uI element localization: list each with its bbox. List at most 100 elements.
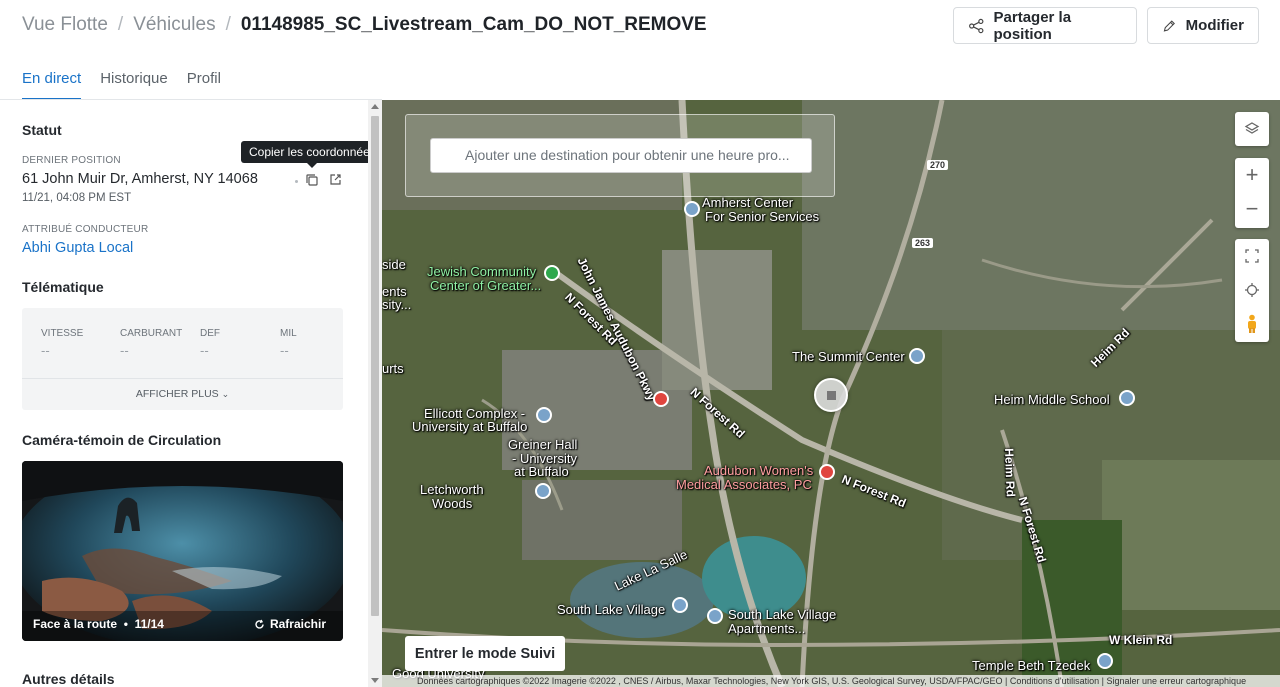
scrollbar-thumb[interactable] [371, 116, 379, 616]
tab-profile[interactable]: Profil [187, 62, 221, 100]
tab-bar: En direct Historique Profil [0, 62, 221, 100]
external-link-icon[interactable] [329, 173, 342, 186]
street-view-pegman-icon[interactable] [1235, 307, 1269, 341]
bullet-separator: • [120, 617, 132, 631]
telematics-mil: MIL -- [280, 328, 297, 358]
route-shield: 270 [927, 160, 949, 170]
map-label: Heim Middle School [994, 392, 1110, 407]
map-label: Apartments... [728, 621, 806, 636]
poi-pin-icon[interactable] [707, 608, 723, 624]
copy-icon[interactable] [305, 173, 319, 187]
vehicle-marker-icon[interactable] [814, 378, 848, 412]
refresh-label: Rafraichir [269, 617, 326, 631]
poi-pin-icon[interactable] [544, 265, 560, 281]
map-label: urts [382, 361, 404, 376]
scroll-down-arrow[interactable] [371, 678, 379, 683]
zoom-in-button[interactable]: + [1235, 158, 1269, 192]
layers-control[interactable] [1235, 112, 1269, 146]
driver-link[interactable]: Abhi Gupta Local [22, 240, 133, 256]
share-position-label: Partager la position [993, 8, 1072, 43]
show-more-button[interactable]: AFFICHER PLUS ⌄ [22, 388, 343, 400]
poi-pin-icon[interactable] [1097, 653, 1113, 669]
telematics-speed: VITESSE -- [41, 328, 83, 358]
telematics-divider [22, 378, 343, 379]
poi-pin-icon[interactable] [1119, 390, 1135, 406]
map-label: Amherst Center [702, 195, 794, 210]
breadcrumb-fleet[interactable]: Vue Flotte [22, 14, 108, 36]
dashcam-title: Caméra-témoin de Circulation [22, 432, 222, 448]
map-label: at Buffalo [514, 464, 569, 479]
refresh-button[interactable]: Rafraichir [254, 617, 326, 631]
last-position-address: 61 John Muir Dr, Amherst, NY 14068 [22, 171, 258, 187]
driver-label: ATTRIBUÉ CONDUCTEUR [22, 224, 149, 235]
road-label: Heim Rd [1002, 448, 1018, 498]
tab-history[interactable]: Historique [100, 62, 168, 100]
map-label: Temple Beth Tzedek [972, 658, 1091, 673]
details-panel: Statut DERNIER POSITION 61 John Muir Dr,… [0, 100, 368, 687]
poi-pin-icon[interactable] [684, 201, 700, 217]
edit-label: Modifier [1185, 17, 1244, 34]
pencil-icon [1163, 19, 1175, 32]
status-title: Statut [22, 122, 62, 138]
mil-label: MIL [280, 328, 297, 339]
map-view[interactable]: Ajouter une destination pour obtenir une… [382, 100, 1280, 687]
zoom-control: + − [1235, 158, 1269, 228]
refresh-icon [255, 619, 264, 629]
fullscreen-icon[interactable] [1235, 239, 1269, 273]
poi-pin-icon[interactable] [536, 407, 552, 423]
scroll-up-arrow[interactable] [371, 104, 379, 109]
dashcam-image [22, 461, 343, 641]
breadcrumb-vehicles[interactable]: Véhicules [133, 14, 215, 36]
poi-pin-icon[interactable] [672, 597, 688, 613]
follow-mode-button[interactable]: Entrer le mode Suivi [405, 636, 565, 671]
map-label: University at Buffalo [412, 419, 528, 434]
road-label: W Klein Rd [1109, 633, 1173, 647]
breadcrumb-separator: / [225, 14, 231, 35]
map-label: Greiner Hall [508, 437, 578, 452]
telematics-card: VITESSE -- CARBURANT -- DEF -- MIL -- AF… [22, 308, 343, 410]
last-position-label: DERNIER POSITION [22, 155, 121, 166]
dashcam-view: Face à la route [33, 617, 118, 631]
map-label: The Summit Center [792, 349, 905, 364]
speed-label: VITESSE [41, 328, 84, 339]
map-label: For Senior Services [705, 209, 820, 224]
destination-search-input[interactable]: Ajouter une destination pour obtenir une… [430, 138, 812, 173]
fuel-value: -- [120, 343, 129, 358]
share-icon [969, 18, 984, 33]
mil-value: -- [280, 343, 289, 358]
map-label: South Lake Village [557, 602, 666, 617]
top-bar: Vue Flotte / Véhicules / 01148985_SC_Liv… [0, 0, 1280, 52]
zoom-out-button[interactable]: − [1235, 192, 1269, 226]
chevron-down-icon: ⌄ [221, 389, 230, 399]
dashcam-date: 11/14 [134, 617, 164, 631]
def-label: DEF [200, 328, 220, 339]
poi-pin-icon[interactable] [909, 348, 925, 364]
destination-search-card: Ajouter une destination pour obtenir une… [405, 114, 835, 197]
map-tools [1235, 239, 1269, 342]
edit-button[interactable]: Modifier [1147, 7, 1259, 44]
poi-pin-icon[interactable] [653, 391, 669, 407]
poi-pin-icon[interactable] [819, 464, 835, 480]
layers-icon [1235, 112, 1269, 146]
share-position-button[interactable]: Partager la position [953, 7, 1137, 44]
dashcam-thumbnail[interactable]: Face à la route • 11/14 Rafraichir [22, 461, 343, 641]
breadcrumb: Vue Flotte / Véhicules / 01148985_SC_Liv… [22, 14, 707, 36]
map-label: Center of Greater... [430, 278, 542, 293]
map-label: Jewish Community [427, 264, 537, 279]
map-label: Audubon Women's [704, 463, 814, 478]
map-label: Letchworth [420, 482, 484, 497]
panel-scrollbar[interactable] [368, 100, 382, 687]
poi-pin-icon[interactable] [535, 483, 551, 499]
copy-coordinates-tooltip: Copier les coordonnées [241, 141, 368, 168]
telematics-fuel: CARBURANT -- [120, 328, 182, 358]
show-more-label: AFFICHER PLUS [135, 388, 219, 400]
breadcrumb-separator: / [117, 14, 124, 35]
def-value: -- [200, 343, 209, 358]
map-label: Woods [432, 496, 473, 511]
tab-live[interactable]: En direct [22, 62, 82, 100]
telematics-def: DEF -- [200, 328, 220, 358]
route-shield: 263 [912, 238, 934, 248]
speed-value: -- [41, 343, 50, 358]
locate-icon[interactable] [1235, 273, 1269, 307]
page-title: 01148985_SC_Livestream_Cam_DO_NOT_REMOVE [240, 14, 707, 35]
